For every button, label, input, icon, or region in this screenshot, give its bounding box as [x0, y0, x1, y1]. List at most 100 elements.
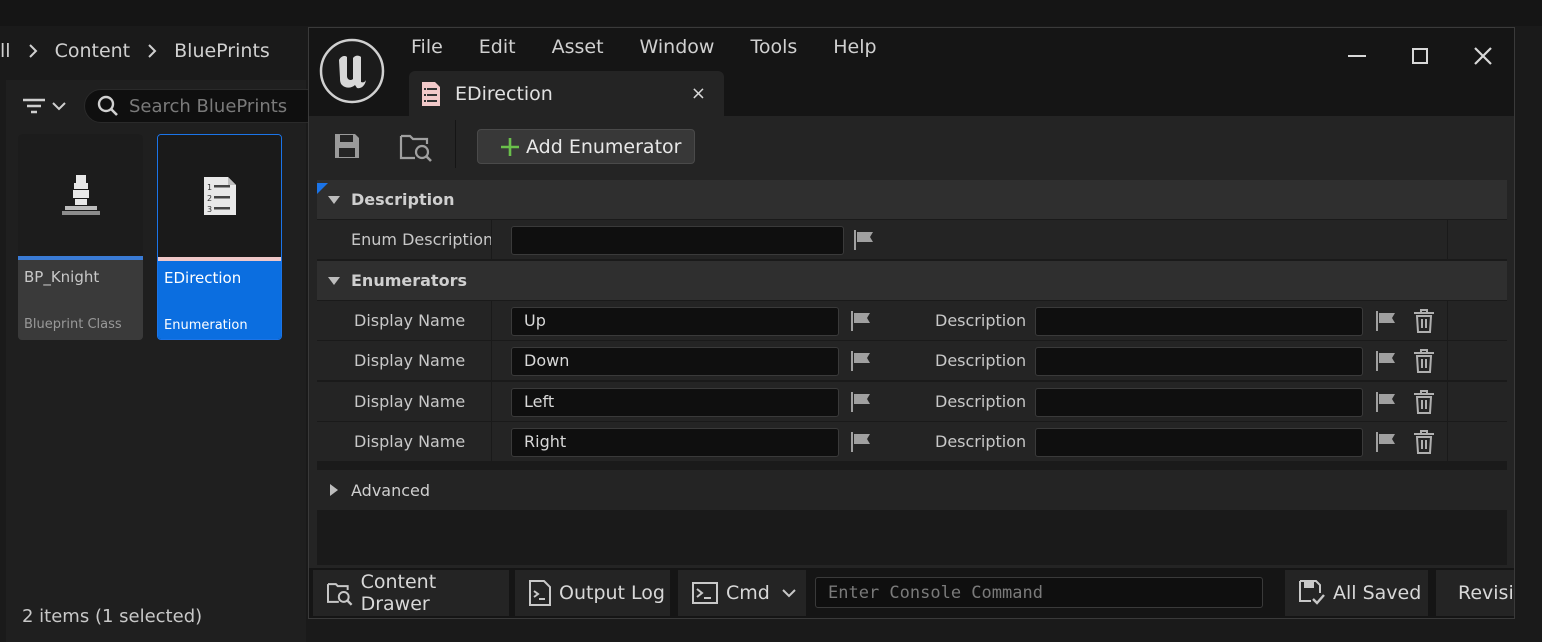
flag-icon[interactable]: [850, 351, 872, 371]
asset-tile-bp-knight[interactable]: BP_Knight Blueprint Class: [18, 134, 143, 340]
content-drawer-button[interactable]: Content Drawer: [313, 570, 509, 616]
column-splitter: [1447, 301, 1448, 341]
display-name-field[interactable]: Down: [511, 347, 839, 376]
display-name-field[interactable]: Left: [511, 388, 839, 417]
add-enumerator-button[interactable]: Add Enumerator: [477, 129, 695, 164]
tab-edirection[interactable]: EDirection ×: [409, 71, 724, 116]
section-title: Description: [351, 190, 455, 209]
flag-icon[interactable]: [850, 392, 872, 412]
filter-button[interactable]: [22, 92, 72, 120]
cmd-selector[interactable]: Cmd: [678, 570, 806, 616]
search-box: [84, 89, 324, 123]
display-name-label: Display Name: [354, 311, 466, 330]
tab-close-button[interactable]: ×: [691, 83, 706, 104]
toolbar-divider: [455, 120, 456, 168]
svg-text:1: 1: [207, 183, 212, 192]
menu-asset[interactable]: Asset: [552, 36, 622, 58]
description-field[interactable]: [1035, 428, 1363, 457]
browse-to-asset-icon[interactable]: [399, 130, 433, 164]
delete-icon[interactable]: [1413, 430, 1435, 454]
delete-icon[interactable]: [1413, 349, 1435, 373]
column-splitter[interactable]: [491, 382, 492, 422]
output-log-button[interactable]: Output Log: [515, 570, 670, 616]
column-splitter[interactable]: [491, 220, 492, 260]
status-bar: Content Drawer Output Log Cmd All Saved …: [309, 568, 1514, 618]
output-log-label: Output Log: [559, 582, 665, 604]
svg-text:2: 2: [207, 194, 212, 203]
top-bar: [0, 0, 1542, 26]
flag-icon[interactable]: [850, 311, 872, 331]
filter-icon: [23, 98, 45, 114]
description-label: Description: [935, 351, 1027, 370]
section-title: Enumerators: [351, 271, 467, 290]
column-splitter[interactable]: [491, 341, 492, 381]
maximize-button[interactable]: [1388, 38, 1451, 74]
breadcrumb-item-all[interactable]: ll: [0, 40, 11, 62]
description-field[interactable]: [1035, 347, 1363, 376]
all-saved-label: All Saved: [1333, 582, 1422, 604]
description-field[interactable]: [1035, 307, 1363, 336]
collapse-arrow-icon: [328, 276, 340, 285]
revision-control-label: Revision Control: [1458, 582, 1514, 604]
display-name-field[interactable]: Right: [511, 428, 839, 457]
plus-icon: [501, 137, 519, 156]
enumerator-row: Display Name Up Description: [317, 301, 1507, 341]
description-field[interactable]: [1035, 388, 1363, 417]
close-window-button[interactable]: [1451, 38, 1514, 74]
column-splitter: [1447, 382, 1448, 422]
revision-control-button[interactable]: Revision Control: [1436, 570, 1514, 616]
column-splitter: [1447, 341, 1448, 381]
asset-info: EDirection Enumeration: [158, 261, 281, 339]
enum-editor-window: File Edit Asset Window Tools Help EDirec…: [308, 27, 1515, 619]
content-drawer-label: Content Drawer: [360, 571, 437, 615]
flag-icon[interactable]: [853, 230, 875, 250]
section-title: Advanced: [351, 480, 431, 500]
breadcrumb-item-blueprints[interactable]: BluePrints: [174, 40, 270, 62]
close-icon: [1473, 47, 1492, 65]
minimize-icon: [1347, 55, 1366, 57]
chevron-down-icon: [782, 589, 796, 598]
menu-file[interactable]: File: [411, 36, 461, 58]
all-saved-button[interactable]: All Saved: [1285, 570, 1428, 616]
asset-type: Blueprint Class: [24, 317, 122, 332]
enumerator-row: Display Name Down Description: [317, 341, 1507, 381]
flag-icon[interactable]: [850, 432, 872, 452]
column-splitter[interactable]: [491, 301, 492, 341]
section-advanced[interactable]: Advanced: [317, 470, 1507, 510]
menu-tools[interactable]: Tools: [750, 36, 815, 58]
items-count: 2 items (1 selected): [22, 606, 203, 627]
expand-arrow-icon: [330, 484, 338, 496]
save-icon[interactable]: [333, 132, 361, 160]
flag-icon[interactable]: [1375, 311, 1397, 331]
unreal-logo-icon[interactable]: [319, 38, 385, 104]
svg-text:3: 3: [207, 205, 212, 214]
enum-description-field[interactable]: [511, 226, 844, 255]
column-splitter[interactable]: [491, 422, 492, 462]
minimize-button[interactable]: [1325, 38, 1388, 74]
search-input[interactable]: [129, 95, 309, 117]
menu-window[interactable]: Window: [640, 36, 733, 58]
save-status-icon: [1299, 580, 1325, 605]
menu-help[interactable]: Help: [833, 36, 894, 58]
display-name-label: Display Name: [354, 351, 466, 370]
breadcrumb: ll Content BluePrints: [0, 30, 310, 72]
cmd-label: Cmd: [726, 582, 770, 604]
menu-edit[interactable]: Edit: [479, 36, 534, 58]
collapse-arrow-icon: [328, 195, 340, 204]
delete-icon[interactable]: [1413, 309, 1435, 333]
breadcrumb-item-content[interactable]: Content: [55, 40, 131, 62]
flag-icon[interactable]: [1375, 392, 1397, 412]
asset-tile-edirection[interactable]: 1 2 3 EDirection Enumeration: [157, 134, 282, 340]
search-icon: [97, 95, 118, 116]
delete-icon[interactable]: [1413, 390, 1435, 414]
enum-description-row: Enum Description: [317, 220, 1507, 260]
display-name-field[interactable]: Up: [511, 307, 839, 336]
flag-icon[interactable]: [1375, 432, 1397, 452]
description-label: Description: [935, 311, 1027, 330]
section-description[interactable]: Description: [317, 180, 1507, 220]
console-command-input[interactable]: [816, 578, 1262, 607]
section-enumerators[interactable]: Enumerators: [317, 261, 1507, 301]
chevron-down-icon: [52, 102, 66, 111]
description-label: Description: [935, 392, 1027, 411]
flag-icon[interactable]: [1375, 351, 1397, 371]
